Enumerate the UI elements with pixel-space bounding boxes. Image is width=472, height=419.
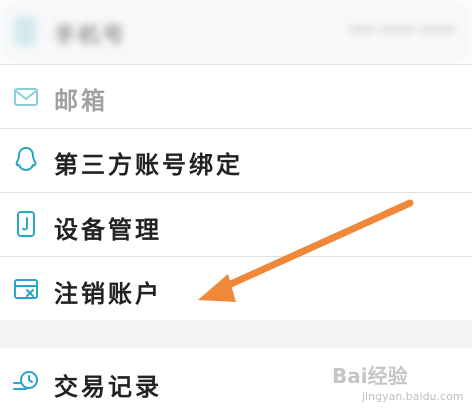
mail-icon [14, 88, 38, 106]
phone-number-label: 手机号 [54, 24, 127, 49]
phone-icon [14, 16, 36, 46]
phone-number-row[interactable]: 手机号 *** **** **** [0, 0, 472, 64]
baidu-jingyan-watermark: Bai经验 jingyan.baidu.com [332, 360, 464, 410]
menu-item-label: 邮箱 [54, 87, 108, 115]
qq-penguin-icon [15, 147, 37, 171]
menu-item-email[interactable]: 邮箱 [0, 65, 472, 128]
phone-number-value: *** **** **** [350, 23, 456, 41]
device-icon [17, 211, 35, 237]
watermark-domain: jingyan.baidu.com [362, 390, 464, 403]
menu-item-label: 注销账户 [54, 280, 162, 308]
menu-item-label: 第三方账号绑定 [54, 151, 243, 179]
menu-item-close-account[interactable]: 注销账户 [0, 257, 472, 320]
menu-item-third-party-binding[interactable]: 第三方账号绑定 [0, 129, 472, 192]
menu-item-device-management[interactable]: 设备管理 [0, 193, 472, 256]
group-separator [0, 320, 472, 348]
watermark-brand: Bai经验 [332, 364, 408, 388]
account-settings-screen: 手机号 *** **** **** 邮箱 第三方账号绑定 设备管理 注销账户 交… [0, 0, 472, 419]
menu-item-label: 交易记录 [54, 373, 162, 401]
menu-item-label: 设备管理 [54, 216, 162, 244]
account-close-icon [14, 279, 38, 299]
transaction-history-icon [13, 371, 38, 390]
